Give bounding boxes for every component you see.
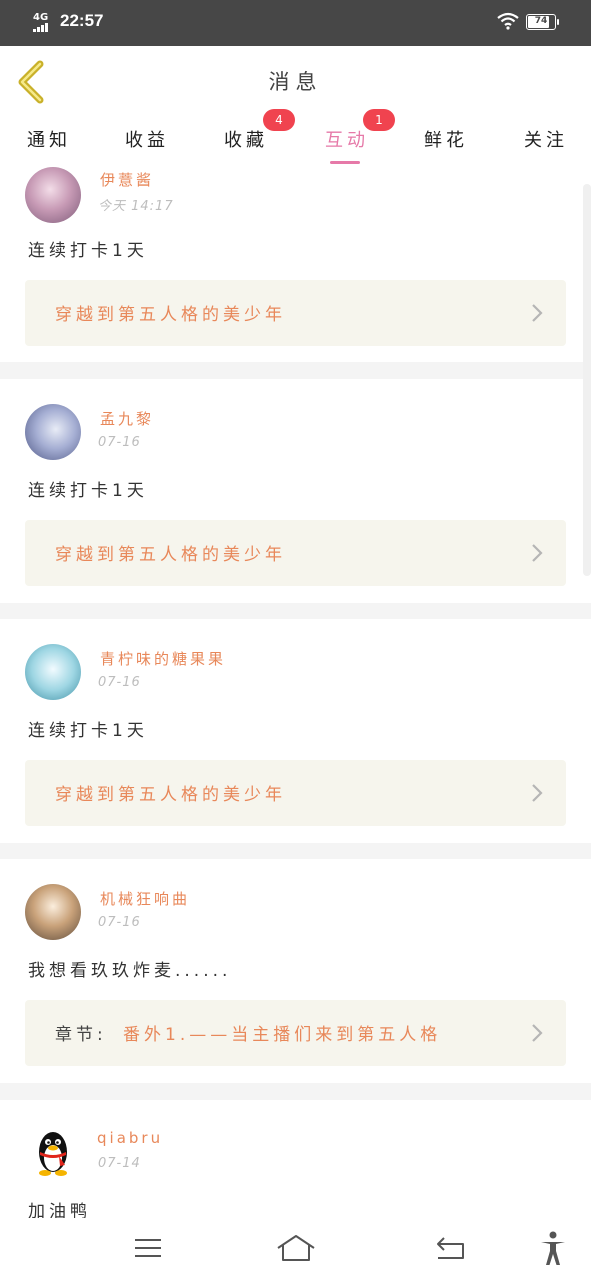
avatar[interactable] [25,404,81,460]
username[interactable]: qiabru [97,1129,163,1147]
tab-label: 收益 [125,130,169,151]
system-nav-bar [0,1218,591,1280]
message-card: 青柠味的糖果果 07-16 连续打卡1天 穿越到第五人格的美少年 [0,619,591,843]
menu-icon[interactable] [128,1230,168,1266]
tab-label: 关注 [524,130,568,151]
battery-percent: 74 [534,16,548,26]
battery-icon: 74 [526,14,559,30]
tab-label: 通知 [27,130,71,151]
interactions-badge: 1 [363,109,395,131]
wifi-icon [497,12,519,30]
status-bar: 4G 22:57 74 [0,0,591,46]
network-type: 4G [33,12,49,23]
tab-notifications[interactable]: 通知 [19,126,79,164]
message-card: qiabru 07-14 加油鸭 [0,1100,591,1218]
chevron-right-icon [532,1024,543,1042]
book-link[interactable]: 穿越到第五人格的美少年 [25,760,566,826]
signal-icon [33,23,49,32]
tab-flowers[interactable]: 鲜花 [416,126,476,164]
message-content: 加油鸭 [28,1202,91,1218]
app-header: 消息 [0,46,591,118]
tab-following[interactable]: 关注 [516,126,576,164]
username[interactable]: 孟九黎 [100,408,154,429]
scrollbar[interactable] [583,184,591,576]
tab-earnings[interactable]: 收益 [117,126,177,164]
username[interactable]: 青柠味的糖果果 [100,648,226,669]
clock: 22:57 [60,11,104,30]
message-card: 伊薏酱 今天 14:17 连续打卡1天 穿越到第五人格的美少年 [0,164,591,362]
timestamp: 今天 14:17 [98,199,174,214]
chevron-right-icon [532,304,543,322]
message-card: 孟九黎 07-16 连续打卡1天 穿越到第五人格的美少年 [0,379,591,603]
tab-favorites[interactable]: 收藏 [216,126,276,164]
chapter-prefix: 章节: [55,1025,107,1045]
chapter-title: 番外1.——当主播们来到第五人格 [123,1025,442,1045]
tab-bar: 通知 收益 收藏 4 互动 1 鲜花 关注 [0,109,591,164]
chapter-link[interactable]: 章节: 番外1.——当主播们来到第五人格 [25,1000,566,1066]
message-content: 我想看玖玖炸麦...... [28,961,232,981]
message-content: 连续打卡1天 [28,481,148,501]
book-link[interactable]: 穿越到第五人格的美少年 [25,280,566,346]
tab-label: 收藏 [224,130,268,151]
accessibility-icon[interactable] [533,1230,573,1266]
timestamp: 07-16 [98,915,141,930]
message-feed[interactable]: 伊薏酱 今天 14:17 连续打卡1天 穿越到第五人格的美少年 孟九黎 07-1… [0,164,591,1218]
book-title: 穿越到第五人格的美少年 [55,545,286,565]
favorites-badge: 4 [263,109,295,131]
avatar[interactable] [25,167,81,223]
book-title: 穿越到第五人格的美少年 [55,305,286,325]
timestamp: 07-16 [98,435,141,450]
book-link[interactable]: 穿越到第五人格的美少年 [25,520,566,586]
avatar[interactable] [25,1125,81,1181]
chevron-right-icon [532,544,543,562]
tab-interactions[interactable]: 互动 [317,126,377,164]
page-title: 消息 [268,70,323,94]
username[interactable]: 伊薏酱 [100,169,154,190]
back-icon[interactable] [430,1230,470,1266]
message-card: 机械狂响曲 07-16 我想看玖玖炸麦...... 章节: 番外1.——当主播们… [0,859,591,1083]
book-title: 穿越到第五人格的美少年 [55,785,286,805]
username[interactable]: 机械狂响曲 [100,888,190,909]
avatar[interactable] [25,884,81,940]
tab-label: 互动 [325,130,369,151]
avatar[interactable] [25,644,81,700]
message-content: 连续打卡1天 [28,721,148,741]
message-content: 连续打卡1天 [28,241,148,261]
chevron-right-icon [532,784,543,802]
tab-label: 鲜花 [424,130,468,151]
home-icon[interactable] [276,1230,316,1266]
timestamp: 07-16 [98,675,141,690]
timestamp: 07-14 [98,1156,141,1171]
